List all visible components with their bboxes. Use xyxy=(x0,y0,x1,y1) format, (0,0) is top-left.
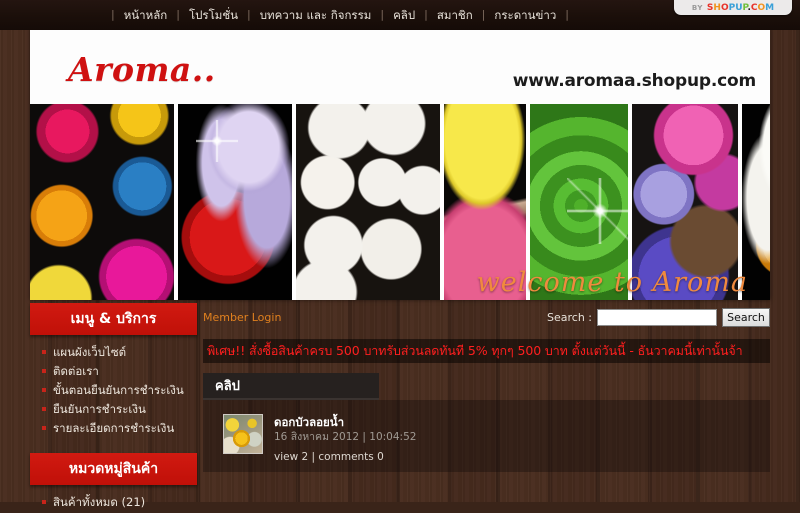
main-content-column: Member Login Search : Search พิเศษ!! สั่… xyxy=(203,303,770,472)
search-area: Search : Search xyxy=(547,307,770,327)
nav-item-articles-activities[interactable]: บทความ และ กิจกรรม xyxy=(251,0,381,30)
member-login-link[interactable]: Member Login xyxy=(203,311,281,324)
sidebar-category-header[interactable]: หมวดหมู่สินค้า xyxy=(30,453,197,485)
nav-separator: | xyxy=(565,8,569,21)
content-toolbar: Member Login Search : Search xyxy=(203,303,770,331)
nav-item-news-board[interactable]: กระดานข่าว xyxy=(485,0,565,30)
site-banner[interactable]: Aroma.. www.aromaa.shopup.com welcome to… xyxy=(30,28,770,300)
clip-panel: คลิป ดอกบัวลอยน้ำ 16 สิงหาคม 2012 | 10:0… xyxy=(203,373,770,472)
clip-metadata: ดอกบัวลอยน้ำ 16 สิงหาคม 2012 | 10:04:52 … xyxy=(274,414,416,463)
clip-panel-header: คลิป xyxy=(203,373,379,400)
nav-item-home[interactable]: หน้าหลัก xyxy=(115,0,177,30)
clip-title[interactable]: ดอกบัวลอยน้ำ xyxy=(274,415,416,429)
banner-pane-flower-tea-candles xyxy=(30,104,178,300)
search-label: Search : xyxy=(547,310,592,324)
promotion-text: พิเศษ!! สั่งซื้อสินค้าครบ 500 บาทรับส่วน… xyxy=(207,343,743,358)
site-logo: Aroma.. xyxy=(68,50,216,89)
nav-item-promotion[interactable]: โปรโมชั่น xyxy=(180,0,247,30)
banner-header-strip: Aroma.. www.aromaa.shopup.com xyxy=(30,28,770,104)
search-input[interactable] xyxy=(597,308,717,326)
banner-welcome-text: welcome to Aroma xyxy=(476,267,748,298)
clip-view-comment-stats: view 2 | comments 0 xyxy=(274,451,384,463)
sidebar-item-sitemap[interactable]: แผนผังเว็บไซต์ xyxy=(42,344,197,360)
sidebar-category-list: สินค้าทั้งหมด (21) xyxy=(30,485,197,510)
sidebar-menu-list: แผนผังเว็บไซต์ ติดต่อเรา ขั้นตอนยืนยันกา… xyxy=(30,335,197,436)
badge-by-label: BY xyxy=(691,3,703,12)
clip-panel-body: ดอกบัวลอยน้ำ 16 สิงหาคม 2012 | 10:04:52 … xyxy=(203,400,770,472)
sidebar-item-payment-details[interactable]: รายละเอียดการชำระเงิน xyxy=(42,420,197,436)
nav-item-clips[interactable]: คลิป xyxy=(384,0,424,30)
banner-pane-ceramic-rose-candles xyxy=(296,104,444,300)
promotion-banner: พิเศษ!! สั่งซื้อสินค้าครบ 500 บาทรับส่วน… xyxy=(203,339,770,363)
list-item[interactable]: ดอกบัวลอยน้ำ 16 สิงหาคม 2012 | 10:04:52 … xyxy=(223,414,770,463)
left-sidebar: เมนู & บริการ แผนผังเว็บไซต์ ติดต่อเรา ข… xyxy=(30,303,197,513)
sidebar-item-payment-steps[interactable]: ขั้นตอนยืนยันการชำระเงิน xyxy=(42,382,197,398)
clip-thumbnail-image[interactable] xyxy=(223,414,263,454)
sidebar-item-confirm-payment[interactable]: ยืนยันการชำระเงิน xyxy=(42,401,197,417)
sidebar-item-contact-us[interactable]: ติดต่อเรา xyxy=(42,363,197,379)
clip-date: 16 สิงหาคม 2012 | 10:04:52 xyxy=(274,431,417,443)
clip-panel-title: คลิป xyxy=(215,379,240,394)
search-button[interactable]: Search xyxy=(722,307,770,327)
site-url-text: www.aromaa.shopup.com xyxy=(512,71,756,91)
banner-pane-purple-lotus-candle xyxy=(178,104,296,300)
main-nav: | หน้าหลัก | โปรโมชั่น | บทความ และ กิจก… xyxy=(0,0,680,30)
sidebar-item-all-products[interactable]: สินค้าทั้งหมด (21) xyxy=(42,494,197,510)
page-background: | หน้าหลัก | โปรโมชั่น | บทความ และ กิจก… xyxy=(0,0,800,509)
sidebar-category-section: หมวดหมู่สินค้า สินค้าทั้งหมด (21) xyxy=(30,453,197,510)
nav-item-members[interactable]: สมาชิก xyxy=(428,0,482,30)
shopup-branding-badge[interactable]: BY SHOPUP.COM xyxy=(674,0,792,15)
shopup-logo-text: SHOPUP.COM xyxy=(706,2,775,13)
sidebar-menu-header[interactable]: เมนู & บริการ xyxy=(30,303,197,335)
top-navigation-bar: | หน้าหลัก | โปรโมชั่น | บทความ และ กิจก… xyxy=(0,0,800,30)
